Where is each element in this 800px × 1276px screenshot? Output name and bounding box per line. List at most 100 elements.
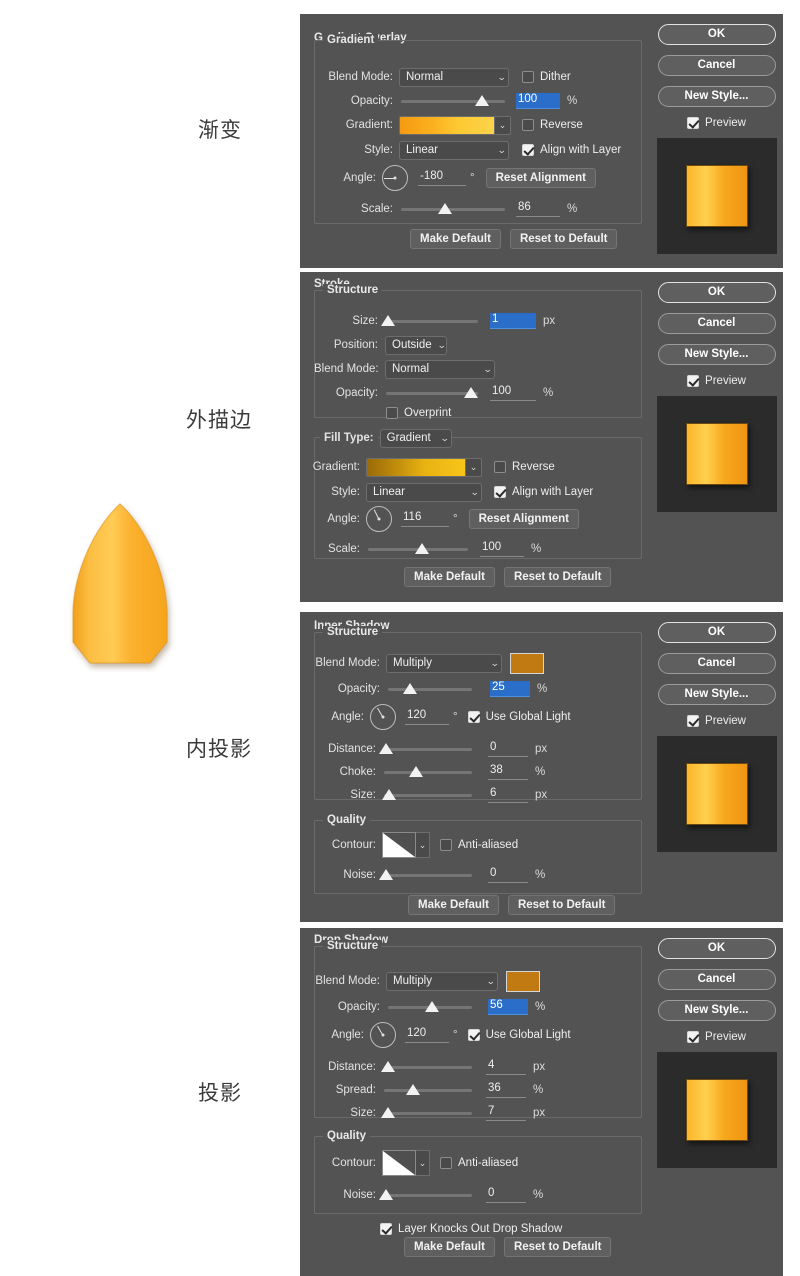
make-default-button[interactable]: Make Default — [408, 895, 499, 915]
checkbox-layer-knocks-out[interactable]: Layer Knocks Out Drop Shadow — [380, 1223, 562, 1235]
checkbox-align-with-layer[interactable]: Align with Layer — [494, 486, 593, 498]
cancel-button[interactable]: Cancel — [657, 313, 776, 334]
cancel-button[interactable]: Cancel — [657, 969, 776, 990]
contour-picker[interactable]: ⌄ — [382, 1150, 430, 1176]
input-noise[interactable]: 0 — [488, 867, 528, 883]
input-angle[interactable]: -180 — [418, 170, 466, 186]
ok-button[interactable]: OK — [657, 938, 776, 959]
slider-knob[interactable] — [402, 683, 417, 694]
input-size[interactable]: 6 — [488, 787, 528, 803]
input-distance[interactable]: 0 — [488, 741, 528, 757]
select-blend-mode[interactable]: Multiply ⌄ — [386, 971, 498, 991]
checkbox-dither[interactable]: Dither — [522, 71, 571, 83]
slider-knob[interactable] — [415, 543, 429, 554]
checkbox-preview[interactable]: Preview — [687, 117, 746, 129]
input-opacity[interactable]: 56 — [488, 999, 528, 1015]
slider-distance[interactable] — [380, 1060, 472, 1074]
new-style-button[interactable]: New Style... — [657, 86, 776, 107]
chevron-down-icon[interactable]: ⌄ — [494, 116, 510, 134]
slider-opacity[interactable] — [401, 94, 505, 108]
slider-spread[interactable] — [384, 1083, 472, 1097]
select-style[interactable]: Linear ⌄ — [399, 140, 509, 160]
checkbox-preview[interactable]: Preview — [687, 375, 746, 387]
shadow-color-swatch[interactable] — [510, 652, 544, 674]
contour-picker[interactable]: ⌄ — [382, 832, 430, 858]
slider-knob[interactable] — [408, 766, 423, 777]
checkbox-use-global-light[interactable]: Use Global Light — [467, 711, 571, 723]
reset-to-default-button[interactable]: Reset to Default — [503, 1237, 612, 1257]
input-scale[interactable]: 100 — [480, 541, 524, 557]
input-angle[interactable]: 116 — [401, 511, 449, 527]
slider-knob[interactable] — [380, 1061, 395, 1072]
input-angle[interactable]: 120 — [405, 709, 449, 725]
angle-dial[interactable] — [370, 704, 396, 730]
checkbox-reverse[interactable]: Reverse — [522, 119, 583, 131]
input-distance[interactable]: 4 — [486, 1059, 526, 1075]
checkbox-overprint[interactable]: Overprint — [386, 407, 451, 419]
slider-size[interactable] — [382, 788, 472, 802]
input-angle[interactable]: 120 — [405, 1027, 449, 1043]
chevron-down-icon[interactable]: ⌄ — [465, 458, 481, 476]
gradient-picker[interactable]: ⌄ — [399, 115, 511, 135]
cancel-button[interactable]: Cancel — [657, 653, 776, 674]
ok-button[interactable]: OK — [657, 282, 776, 303]
input-choke[interactable]: 38 — [488, 764, 528, 780]
input-opacity[interactable]: 100 — [490, 385, 536, 401]
checkbox-preview[interactable]: Preview — [687, 715, 746, 727]
checkbox-align-with-layer[interactable]: Align with Layer — [522, 144, 621, 156]
slider-knob[interactable] — [463, 387, 478, 398]
shadow-color-swatch[interactable] — [506, 970, 540, 992]
chevron-down-icon[interactable]: ⌄ — [416, 832, 430, 858]
gradient-picker[interactable]: ⌄ — [366, 457, 482, 477]
select-position[interactable]: Outside ⌄ — [385, 335, 447, 355]
input-scale[interactable]: 86 — [516, 201, 560, 217]
make-default-button[interactable]: Make Default — [404, 567, 495, 587]
slider-knob[interactable] — [378, 869, 393, 880]
slider-knob[interactable] — [378, 743, 393, 754]
input-opacity[interactable]: 100 — [516, 93, 560, 109]
select-blend-mode[interactable]: Normal ⌄ — [385, 359, 495, 379]
checkbox-anti-aliased[interactable]: Anti-aliased — [440, 839, 518, 851]
reset-to-default-button[interactable]: Reset to Default — [503, 567, 612, 587]
checkbox-anti-aliased[interactable]: Anti-aliased — [440, 1157, 518, 1169]
input-spread[interactable]: 36 — [486, 1082, 526, 1098]
input-size[interactable]: 1 — [490, 313, 536, 329]
chevron-down-icon[interactable]: ⌄ — [416, 1150, 430, 1176]
select-style[interactable]: Linear ⌄ — [366, 482, 482, 502]
slider-knob[interactable] — [437, 203, 452, 214]
slider-opacity[interactable] — [388, 682, 472, 696]
angle-dial[interactable] — [382, 165, 408, 191]
input-noise[interactable]: 0 — [486, 1187, 526, 1203]
slider-opacity[interactable] — [388, 1000, 472, 1014]
new-style-button[interactable]: New Style... — [657, 344, 776, 365]
select-blend-mode[interactable]: Multiply ⌄ — [386, 653, 502, 673]
slider-scale[interactable] — [368, 542, 468, 556]
slider-noise[interactable] — [378, 1188, 472, 1202]
slider-size[interactable] — [380, 314, 478, 328]
reset-to-default-button[interactable]: Reset to Default — [507, 895, 616, 915]
input-opacity[interactable]: 25 — [490, 681, 530, 697]
checkbox-preview[interactable]: Preview — [687, 1031, 746, 1043]
input-size[interactable]: 7 — [486, 1105, 526, 1121]
slider-knob[interactable] — [382, 789, 397, 800]
slider-choke[interactable] — [384, 765, 472, 779]
slider-knob[interactable] — [475, 95, 490, 106]
slider-size[interactable] — [381, 1106, 472, 1120]
ok-button[interactable]: OK — [657, 24, 776, 45]
new-style-button[interactable]: New Style... — [657, 684, 776, 705]
ok-button[interactable]: OK — [657, 622, 776, 643]
slider-noise[interactable] — [378, 868, 472, 882]
select-blend-mode[interactable]: Normal ⌄ — [399, 67, 509, 87]
slider-knob[interactable] — [406, 1084, 421, 1095]
slider-knob[interactable] — [378, 1189, 393, 1200]
select-fill-type[interactable]: Gradient ⌄ — [379, 428, 452, 448]
reset-alignment-button[interactable]: Reset Alignment — [468, 509, 579, 529]
angle-dial[interactable] — [366, 506, 392, 532]
slider-knob[interactable] — [424, 1001, 439, 1012]
make-default-button[interactable]: Make Default — [410, 229, 501, 249]
slider-knob[interactable] — [380, 315, 395, 326]
cancel-button[interactable]: Cancel — [657, 55, 776, 76]
reset-alignment-button[interactable]: Reset Alignment — [485, 168, 596, 188]
angle-dial[interactable] — [370, 1022, 396, 1048]
new-style-button[interactable]: New Style... — [657, 1000, 776, 1021]
